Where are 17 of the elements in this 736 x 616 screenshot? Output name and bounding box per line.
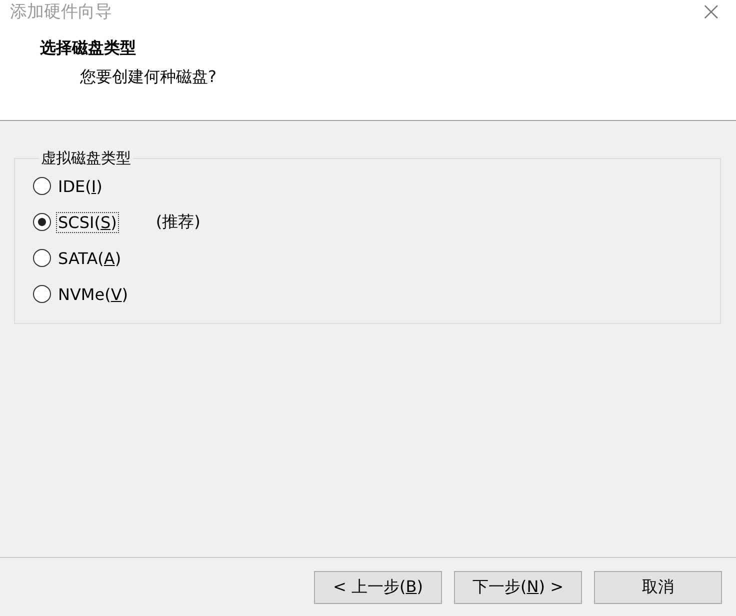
wizard-button[interactable]: 下一步(N) > <box>454 570 582 604</box>
window-title: 添加硬件向导 <box>10 1 112 24</box>
recommended-note: (推荐) <box>156 212 200 232</box>
radio-button[interactable] <box>33 285 51 303</box>
radio-button[interactable] <box>33 249 51 267</box>
group-title: 虚拟磁盘类型 <box>40 149 132 168</box>
radio-label[interactable]: NVMe(V) <box>56 284 130 304</box>
wizard-button[interactable]: 取消 <box>594 570 722 604</box>
wizard-button[interactable]: < 上一步(B) <box>314 570 442 604</box>
radio-label[interactable]: IDE(I) <box>56 176 104 196</box>
page-title: 选择磁盘类型 <box>40 38 137 59</box>
radio-label[interactable]: SATA(A) <box>56 248 124 268</box>
close-icon[interactable]: × <box>700 0 722 24</box>
radio-label[interactable]: SCSI(S) <box>56 212 119 232</box>
radio-button[interactable] <box>33 177 51 195</box>
page-subtitle: 您要创建何种磁盘? <box>80 67 218 88</box>
radio-button[interactable] <box>33 213 51 231</box>
